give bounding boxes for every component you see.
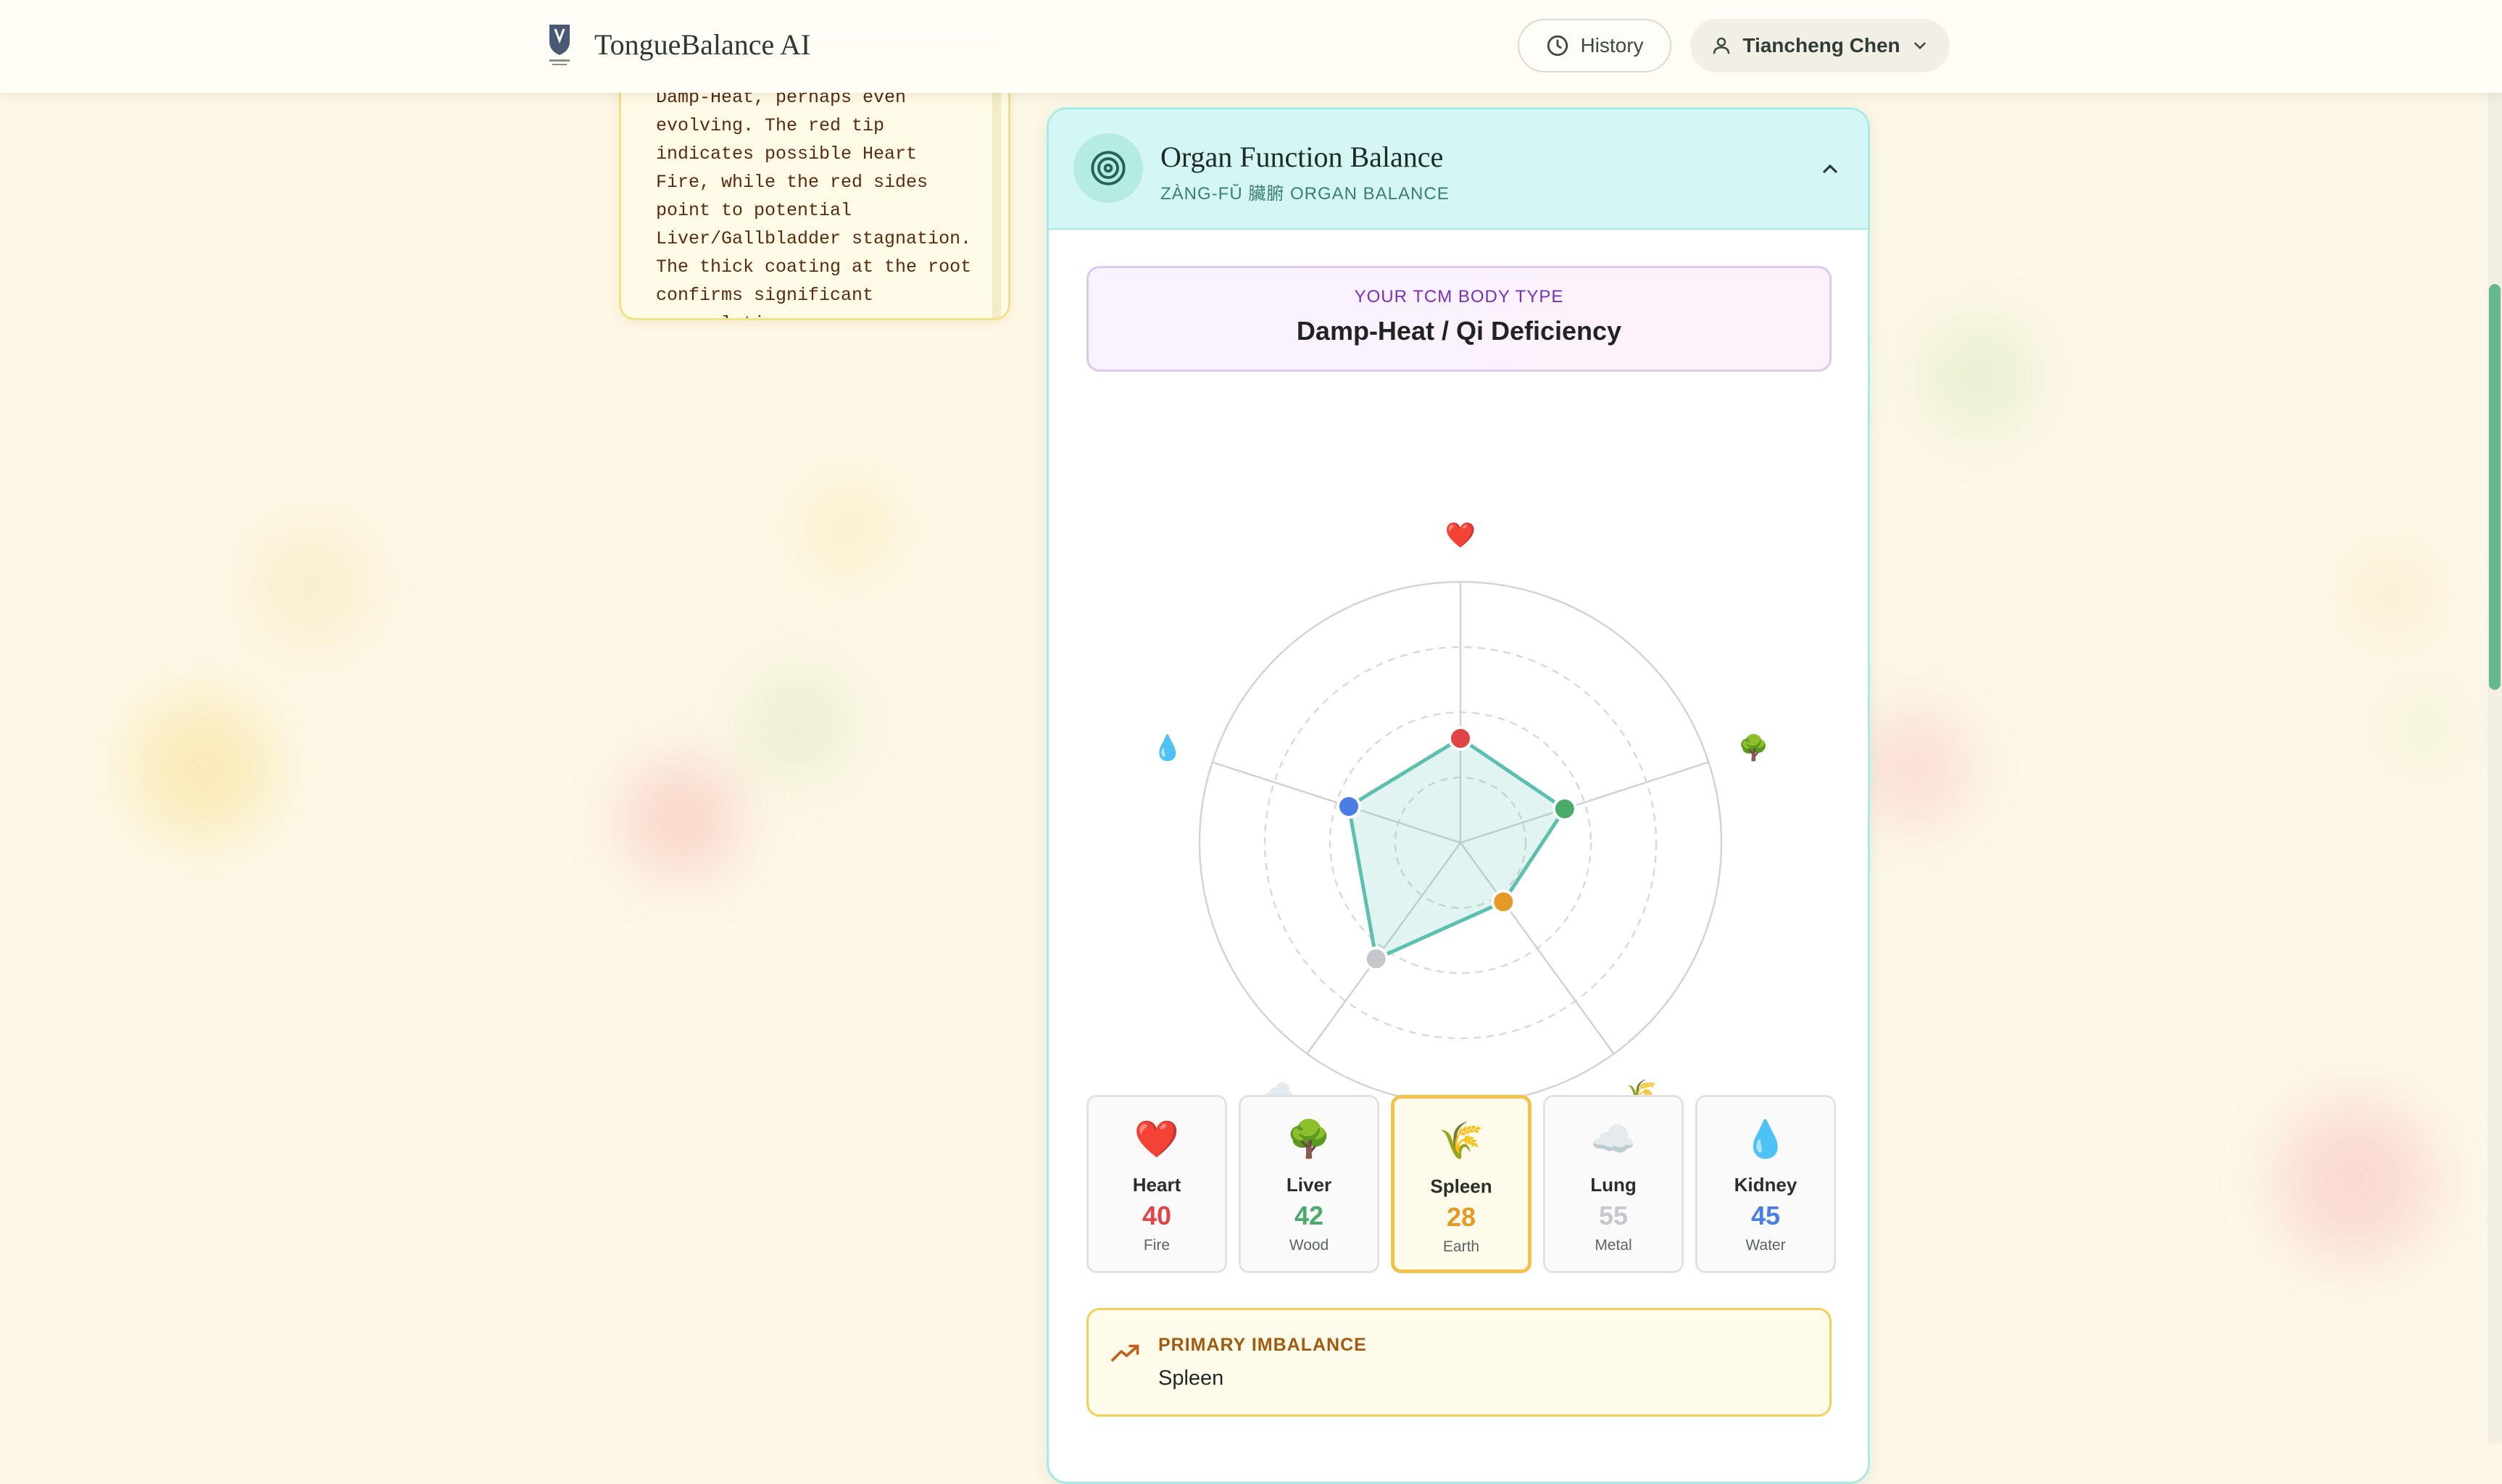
panel-header[interactable]: Organ Function Balance ZÀNG-FŬ 臟腑 ORGAN … bbox=[1049, 109, 1868, 230]
radar-label-heart-icon: ❤️ bbox=[1445, 521, 1476, 550]
background-decoration bbox=[797, 478, 899, 580]
background-decoration bbox=[246, 522, 377, 652]
organ-score: 42 bbox=[1294, 1201, 1324, 1230]
chevron-up-icon[interactable] bbox=[1819, 157, 1842, 180]
background-decoration bbox=[1855, 710, 1971, 826]
body-type-value: Damp-Heat / Qi Deficiency bbox=[1296, 316, 1622, 346]
organ-score: 45 bbox=[1750, 1201, 1781, 1230]
organ-card-kidney[interactable]: 💧 Kidney 45 Water bbox=[1695, 1095, 1836, 1273]
target-icon bbox=[1073, 133, 1143, 203]
organ-radar-chart: ❤️🌳🌾☁️💧 bbox=[1152, 521, 1769, 1107]
logo-icon[interactable] bbox=[545, 22, 574, 68]
background-decoration bbox=[2276, 1101, 2435, 1261]
brand-name[interactable]: TongueBalance AI bbox=[594, 28, 810, 62]
page-scrollbar-track[interactable] bbox=[2488, 0, 2502, 1443]
primary-imbalance-value: Spleen bbox=[1158, 1367, 1224, 1390]
organ-emoji-icon: ☁️ bbox=[1590, 1119, 1637, 1159]
body-type-box: YOUR TCM BODY TYPE Damp-Heat / Qi Defici… bbox=[1086, 266, 1832, 372]
organ-element: Earth bbox=[1442, 1238, 1480, 1255]
organ-card-liver[interactable]: 🌳 Liver 42 Wood bbox=[1239, 1095, 1379, 1273]
history-button[interactable]: History bbox=[1518, 19, 1671, 72]
organ-emoji-icon: 💧 bbox=[1742, 1119, 1789, 1159]
history-label: History bbox=[1580, 34, 1644, 57]
top-header: TongueBalance AI History Tiancheng Chen bbox=[0, 0, 2502, 93]
user-menu-button[interactable]: Tiancheng Chen bbox=[1690, 19, 1950, 72]
organ-card-heart[interactable]: ❤️ Heart 40 Fire bbox=[1086, 1095, 1227, 1273]
radar-point-heart bbox=[1448, 726, 1473, 751]
background-decoration bbox=[1921, 319, 2037, 435]
organ-emoji-icon: ❤️ bbox=[1134, 1119, 1180, 1159]
organ-card-spleen[interactable]: 🌾 Spleen 28 Earth bbox=[1391, 1095, 1531, 1273]
chevron-down-icon bbox=[1913, 42, 1926, 50]
panel-title: Organ Function Balance bbox=[1160, 141, 1444, 173]
background-decoration bbox=[130, 696, 275, 841]
organ-name: Liver bbox=[1286, 1174, 1332, 1196]
background-decoration bbox=[2392, 696, 2457, 761]
organ-score: 55 bbox=[1598, 1201, 1629, 1230]
background-decoration bbox=[623, 761, 739, 877]
organ-name: Spleen bbox=[1430, 1175, 1492, 1197]
radar-label-liver-icon: 🌳 bbox=[1738, 733, 1769, 763]
primary-imbalance-box: PRIMARY IMBALANCE Spleen bbox=[1086, 1308, 1832, 1417]
organ-element: Metal bbox=[1595, 1237, 1632, 1254]
user-icon bbox=[1713, 37, 1730, 54]
background-decoration bbox=[739, 667, 855, 783]
organ-name: Heart bbox=[1132, 1174, 1181, 1196]
page-scrollbar-thumb[interactable] bbox=[2489, 284, 2501, 690]
organ-element: Fire bbox=[1143, 1237, 1171, 1254]
radar-label-kidney-icon: 💧 bbox=[1152, 734, 1183, 763]
radar-point-spleen bbox=[1491, 889, 1516, 914]
body-type-label: YOUR TCM BODY TYPE bbox=[1354, 287, 1564, 307]
organ-score: 28 bbox=[1446, 1202, 1476, 1232]
radar-value-polygon bbox=[1347, 736, 1567, 961]
panel-subtitle: ZÀNG-FŬ 臟腑 ORGAN BALANCE bbox=[1160, 184, 1450, 204]
radar-point-liver bbox=[1552, 796, 1577, 822]
background-decoration bbox=[2348, 551, 2435, 638]
clock-icon bbox=[1547, 35, 1568, 57]
primary-imbalance-label: PRIMARY IMBALANCE bbox=[1158, 1335, 1367, 1355]
trending-up-icon bbox=[1111, 1344, 1139, 1362]
radar-point-kidney bbox=[1336, 793, 1361, 819]
user-name: Tiancheng Chen bbox=[1742, 34, 1900, 57]
organ-element: Water bbox=[1745, 1237, 1786, 1254]
radar-point-lung bbox=[1363, 946, 1389, 972]
organ-score: 40 bbox=[1142, 1201, 1172, 1230]
organ-emoji-icon: 🌳 bbox=[1286, 1119, 1332, 1159]
organ-name: Lung bbox=[1590, 1174, 1637, 1196]
organ-element: Wood bbox=[1289, 1237, 1329, 1254]
analysis-note-text: Damp-Heat, perhaps even evolving. The re… bbox=[656, 87, 972, 318]
organ-balance-panel: Organ Function Balance ZÀNG-FŬ 臟腑 ORGAN … bbox=[1047, 107, 1870, 1484]
organ-name: Kidney bbox=[1734, 1174, 1797, 1196]
organ-emoji-icon: 🌾 bbox=[1438, 1120, 1484, 1161]
organ-card-lung[interactable]: ☁️ Lung 55 Metal bbox=[1543, 1095, 1684, 1273]
